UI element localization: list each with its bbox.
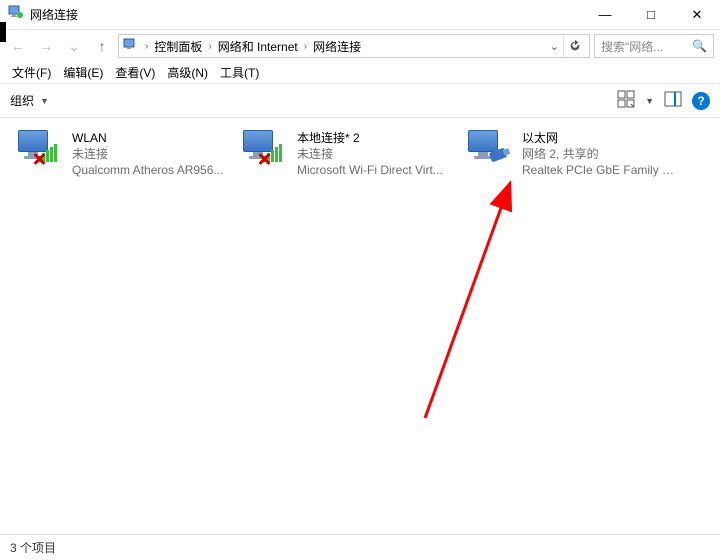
connection-device: Microsoft Wi-Fi Direct Virt... (297, 162, 443, 178)
status-text: 3 个项目 (10, 539, 56, 556)
up-button[interactable]: ↑ (90, 34, 114, 58)
connection-name: WLAN (72, 130, 223, 146)
crumb-sep: › (304, 41, 307, 52)
titlebar: 网络连接 — □ ✕ (0, 0, 720, 30)
ethernet-icon (466, 130, 514, 170)
crumb-0[interactable]: 控制面板 (154, 38, 202, 55)
menu-tools[interactable]: 工具(T) (216, 62, 263, 83)
maximize-button[interactable]: □ (628, 0, 674, 30)
menu-bar: 文件(F) 编辑(E) 查看(V) 高级(N) 工具(T) (0, 62, 720, 84)
crumb-2[interactable]: 网络连接 (313, 38, 361, 55)
connection-name: 本地连接* 2 (297, 130, 443, 146)
window-title: 网络连接 (30, 6, 78, 23)
organize-label: 组织 (10, 92, 34, 109)
organize-caret-icon: ▼ (40, 96, 49, 106)
menu-edit[interactable]: 编辑(E) (59, 62, 107, 83)
connection-status: 未连接 (297, 146, 443, 162)
search-icon: 🔍 (692, 39, 707, 53)
connection-item-local[interactable]: 本地连接* 2 未连接 Microsoft Wi-Fi Direct Virt.… (235, 126, 460, 182)
connection-status: 未连接 (72, 146, 223, 162)
organize-button[interactable]: 组织 ▼ (10, 92, 49, 109)
crumb-sep: › (145, 41, 148, 52)
connections-grid: WLAN 未连接 Qualcomm Atheros AR956... 本地连接*… (10, 126, 710, 182)
search-box[interactable]: 搜索"网络... 🔍 (594, 34, 714, 58)
search-placeholder: 搜索"网络... (601, 38, 663, 55)
connection-status: 网络 2, 共享的 (522, 146, 679, 162)
menu-file[interactable]: 文件(F) (8, 62, 55, 83)
status-bar: 3 个项目 (0, 534, 720, 560)
window-icon (8, 4, 24, 25)
help-button[interactable]: ? (692, 92, 710, 110)
address-bar[interactable]: › 控制面板 › 网络和 Internet › 网络连接 ⌄ (118, 34, 590, 58)
window-controls: — □ ✕ (582, 0, 720, 30)
crumb-1[interactable]: 网络和 Internet (218, 38, 298, 55)
connection-device: Qualcomm Atheros AR956... (72, 162, 223, 178)
crumb-sep: › (208, 41, 211, 52)
menu-advanced[interactable]: 高级(N) (163, 62, 212, 83)
view-caret-icon: ▼ (645, 96, 654, 106)
view-layout-button[interactable] (617, 90, 635, 111)
nav-row: ← → ⌄ ↑ › 控制面板 › 网络和 Internet › 网络连接 ⌄ 搜… (0, 30, 720, 62)
wifi-disconnected-icon (241, 130, 289, 170)
preview-pane-button[interactable] (664, 90, 682, 111)
close-button[interactable]: ✕ (674, 0, 720, 30)
wifi-disconnected-icon (16, 130, 64, 170)
connection-item-wlan[interactable]: WLAN 未连接 Qualcomm Atheros AR956... (10, 126, 235, 182)
connection-name: 以太网 (522, 130, 679, 146)
menu-view[interactable]: 查看(V) (111, 62, 159, 83)
connection-device: Realtek PCIe GbE Family C... (522, 162, 679, 178)
content-area: WLAN 未连接 Qualcomm Atheros AR956... 本地连接*… (0, 118, 720, 534)
refresh-button[interactable] (563, 35, 585, 57)
forward-button[interactable]: → (34, 34, 58, 58)
toolbar: 组织 ▼ ▼ ? (0, 84, 720, 118)
address-dropdown[interactable]: ⌄ (550, 40, 559, 53)
external-occlusion (0, 22, 6, 42)
annotation-arrow (405, 178, 535, 428)
minimize-button[interactable]: — (582, 0, 628, 30)
connection-item-ethernet[interactable]: 以太网 网络 2, 共享的 Realtek PCIe GbE Family C.… (460, 126, 685, 182)
back-button[interactable]: ← (6, 34, 30, 58)
recent-dropdown[interactable]: ⌄ (62, 34, 86, 58)
address-icon (123, 37, 139, 56)
